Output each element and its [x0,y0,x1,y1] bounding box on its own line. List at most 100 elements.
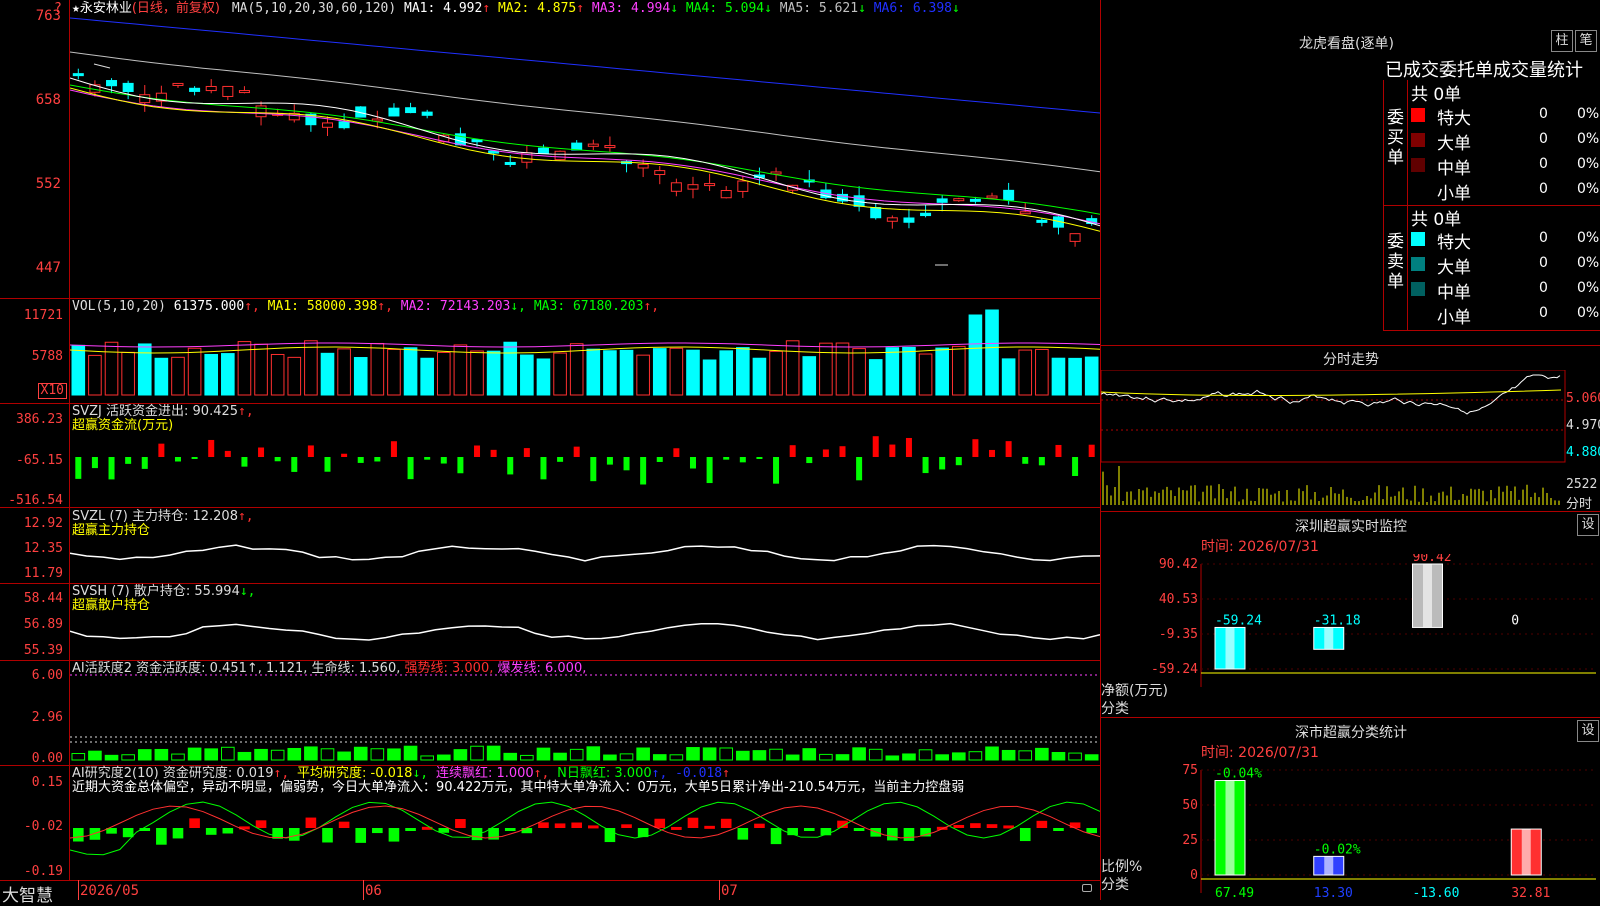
volume-bar [420,357,434,396]
ai1-bar [536,747,551,761]
ai1-bar [237,751,252,761]
ai2-bar [222,828,234,834]
ai2-bar [687,817,699,828]
svzj-bar [91,457,98,469]
sz-class-cat-label: 分类 [1101,877,1129,893]
svzj-bar [224,450,231,457]
ma-item-label: MA5: [771,1,819,16]
ai2-part2: ↑, [273,766,298,781]
svzj-bars [75,436,1095,485]
candle-body [604,145,616,149]
ai2-bar [172,828,184,839]
sz-monitor-chart: 90.4240.53-9.35-59.24-59.24散户-31.18中户90.… [1151,554,1596,687]
chart-canvas[interactable] [70,0,1100,880]
date-tick-2 [719,880,720,900]
brand-label[interactable]: 大智慧 [2,881,53,906]
ai2-bar [754,823,765,828]
row-count: 0 [1539,106,1548,122]
color-swatch [1411,232,1425,246]
lock-icon[interactable] [1082,884,1092,892]
ai2-bar [770,828,782,845]
high-price-pointer [93,63,111,69]
ai1-bar [702,747,717,761]
y-label-ai1-2: 0.00 [31,751,63,766]
ai1-bar [785,754,800,761]
svzj-line1: SVZJ 活跃资金进出: 90.425 [72,404,239,419]
sz-class-bar-highlight [1324,856,1334,875]
ai1-bar [503,752,518,761]
intraday-title: 分时走势 [1323,352,1379,368]
row-pct: 0% [1577,181,1600,197]
ai1-bar [719,747,734,761]
sz-class-settings-button[interactable]: 设 [1577,720,1599,742]
y-label-svzl-1: 12.35 [23,541,63,556]
sz-monitor-settings-button[interactable]: 设 [1577,514,1599,536]
svzj-bar [341,453,348,457]
ai2-part7: N日飘红: 3.000 [557,766,652,781]
volume-bar [536,358,551,396]
color-swatch [1411,133,1425,147]
volume-bar [187,347,202,396]
candle-body [737,180,749,192]
svzj-title: SVZJ 活跃资金进出: 90.425↑, 超赢资金流(万元) [72,405,254,433]
ai1-bar [187,747,202,761]
sz-monitor-bar-highlight [1423,564,1432,628]
chart-area[interactable]: ? 763 658 552 447 11721 5788 X10 386.23 … [0,0,1100,906]
sz-monitor-title: 深圳超赢实时监控 [1295,519,1407,535]
ai2-bar [89,828,101,840]
volume-bar [1084,356,1099,396]
candle-body [870,207,882,219]
ai2-bar [122,828,134,838]
volume-bar [121,351,135,396]
ai1-bar [1035,747,1049,761]
color-swatch [1411,257,1425,271]
ai1-bar [71,753,86,761]
intraday-avg-line [1101,389,1562,396]
svzj-bar [1072,457,1079,476]
volume-bar [104,341,119,396]
ai1-bar [603,754,617,761]
ma-item-arrow: ↓ [670,1,679,16]
sz-class-bar-highlight [1225,780,1235,875]
ai2-bar [305,817,317,828]
vol-items: 61375.000↑, MA1: 58000.398↑, MA2: 72143.… [174,299,659,314]
volume-bar [785,340,800,396]
sz-class-value-label: -13.60 [1413,886,1460,900]
svzj-bar [324,457,331,472]
svzj-bar [872,436,879,457]
ai1-bar [1018,750,1033,761]
ai1-bar [652,754,667,761]
ai2-bar [405,828,416,831]
date-tick-0 [78,880,79,900]
svzj-bar [108,457,115,480]
ma-item-value: 4.994 [631,1,671,16]
volume-bar [520,354,534,396]
ma-item-label: MA6: [865,1,913,16]
intraday-panel[interactable]: 分时走势 5.060 4.970 4.880 2522 分时 [1101,346,1600,512]
candle-body [338,121,350,129]
ai2-bar [621,824,632,828]
intraday-y-0: 5.060 [1566,391,1600,406]
ai2-bar [803,828,815,831]
ai1-bar [436,754,451,761]
intraday-chart[interactable] [1101,370,1566,510]
vol-item-label: MA1: [259,299,299,314]
svzj-bar [889,444,896,457]
row-name: 大单 [1437,134,1471,154]
ma-item-label: MA2: [490,1,538,16]
svsh-line1: SVSH (7) 散户持仓: 55.994 [72,584,240,599]
volume-bar [918,353,933,396]
bar-mode-button[interactable]: 柱 [1551,30,1573,52]
ma-item-label: MA4: [678,1,725,16]
sz-monitor-value-label: 90.42 [1413,554,1452,565]
tick-mode-button[interactable]: 笔 [1575,30,1597,52]
svsh-line [70,622,1100,641]
volume-bar [436,351,451,396]
ai2-bar [322,828,333,843]
sz-monitor-cat-label: 分类 [1101,701,1129,717]
svsh-arrow: ↓, [239,584,256,599]
vol-item-label: MA3: [526,299,566,314]
buy-label: 委买单 [1387,108,1404,168]
candle-body [189,87,201,92]
ai1-bar [819,753,833,761]
